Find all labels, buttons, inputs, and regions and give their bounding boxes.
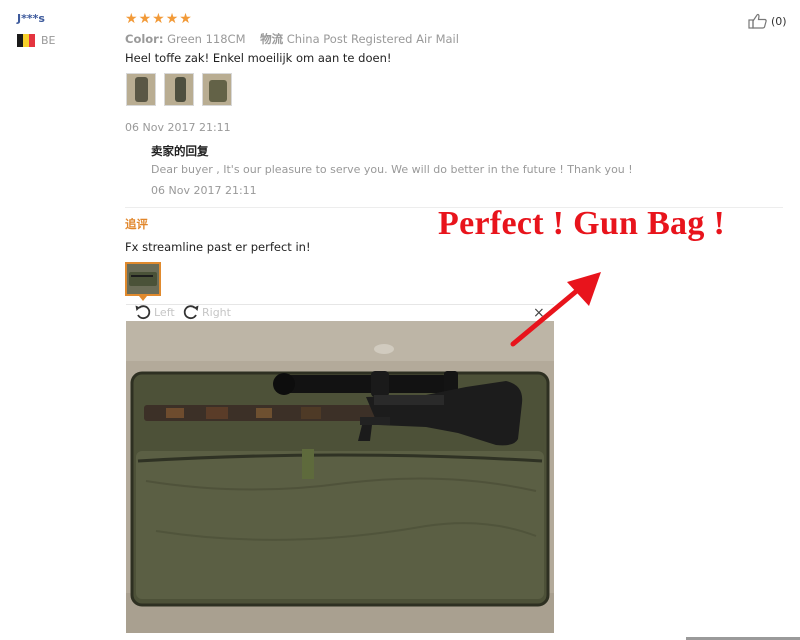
review-photo-thumbnail[interactable] <box>164 73 194 106</box>
color-value: Green 118CM <box>167 32 246 46</box>
followup-photo-thumbnail[interactable] <box>125 262 161 296</box>
like-count: (0) <box>771 14 787 28</box>
rotate-left-icon <box>135 305 151 320</box>
review-text: Heel toffe zak! Enkel moeilijk om aan te… <box>125 51 392 65</box>
rotate-left-button[interactable]: Left <box>134 303 175 321</box>
star-rating: ★ ★ ★ ★ ★ <box>125 11 192 27</box>
seller-reply-date: 06 Nov 2017 21:11 <box>151 184 257 197</box>
review-photo-thumbnail[interactable] <box>126 73 156 106</box>
star-icon: ★ <box>165 11 179 27</box>
seller-reply-title: 卖家的回复 <box>151 144 209 158</box>
review-photo-gun-bag <box>126 321 554 633</box>
selected-thumbnail-pointer <box>139 296 147 301</box>
reviewer-name: J***s <box>17 12 45 25</box>
followup-text: Fx streamline past er perfect in! <box>125 240 311 254</box>
order-info: Color: Green 118CM 物流 China Post Registe… <box>125 31 459 47</box>
review-date: 06 Nov 2017 21:11 <box>125 121 231 134</box>
rotate-right-button[interactable]: Right <box>182 303 231 321</box>
star-icon: ★ <box>125 11 138 27</box>
star-icon: ★ <box>179 11 192 27</box>
like-button[interactable]: (0) <box>748 13 787 29</box>
rotate-left-label: Left <box>154 305 175 319</box>
flag-be-icon <box>17 34 35 47</box>
reviewer-country: BE <box>17 34 56 47</box>
review-photos <box>126 73 232 106</box>
review-photo-thumbnail[interactable] <box>202 73 232 106</box>
logistics-label: 物流 <box>260 32 284 46</box>
rotate-right-icon <box>183 305 199 320</box>
annotation-text: Perfect ! Gun Bag ! <box>438 205 726 242</box>
rotate-right-label: Right <box>202 305 231 319</box>
arrow-annotation-icon <box>510 272 601 347</box>
star-icon: ★ <box>138 11 152 27</box>
followup-title: 追评 <box>125 217 148 231</box>
logistics-value: China Post Registered Air Mail <box>286 32 459 46</box>
color-label: Color: <box>125 32 164 46</box>
seller-reply-text: Dear buyer , It's our pleasure to serve … <box>151 163 633 176</box>
country-code: BE <box>41 34 56 47</box>
thumbs-up-icon <box>748 13 767 29</box>
star-icon: ★ <box>152 11 165 27</box>
